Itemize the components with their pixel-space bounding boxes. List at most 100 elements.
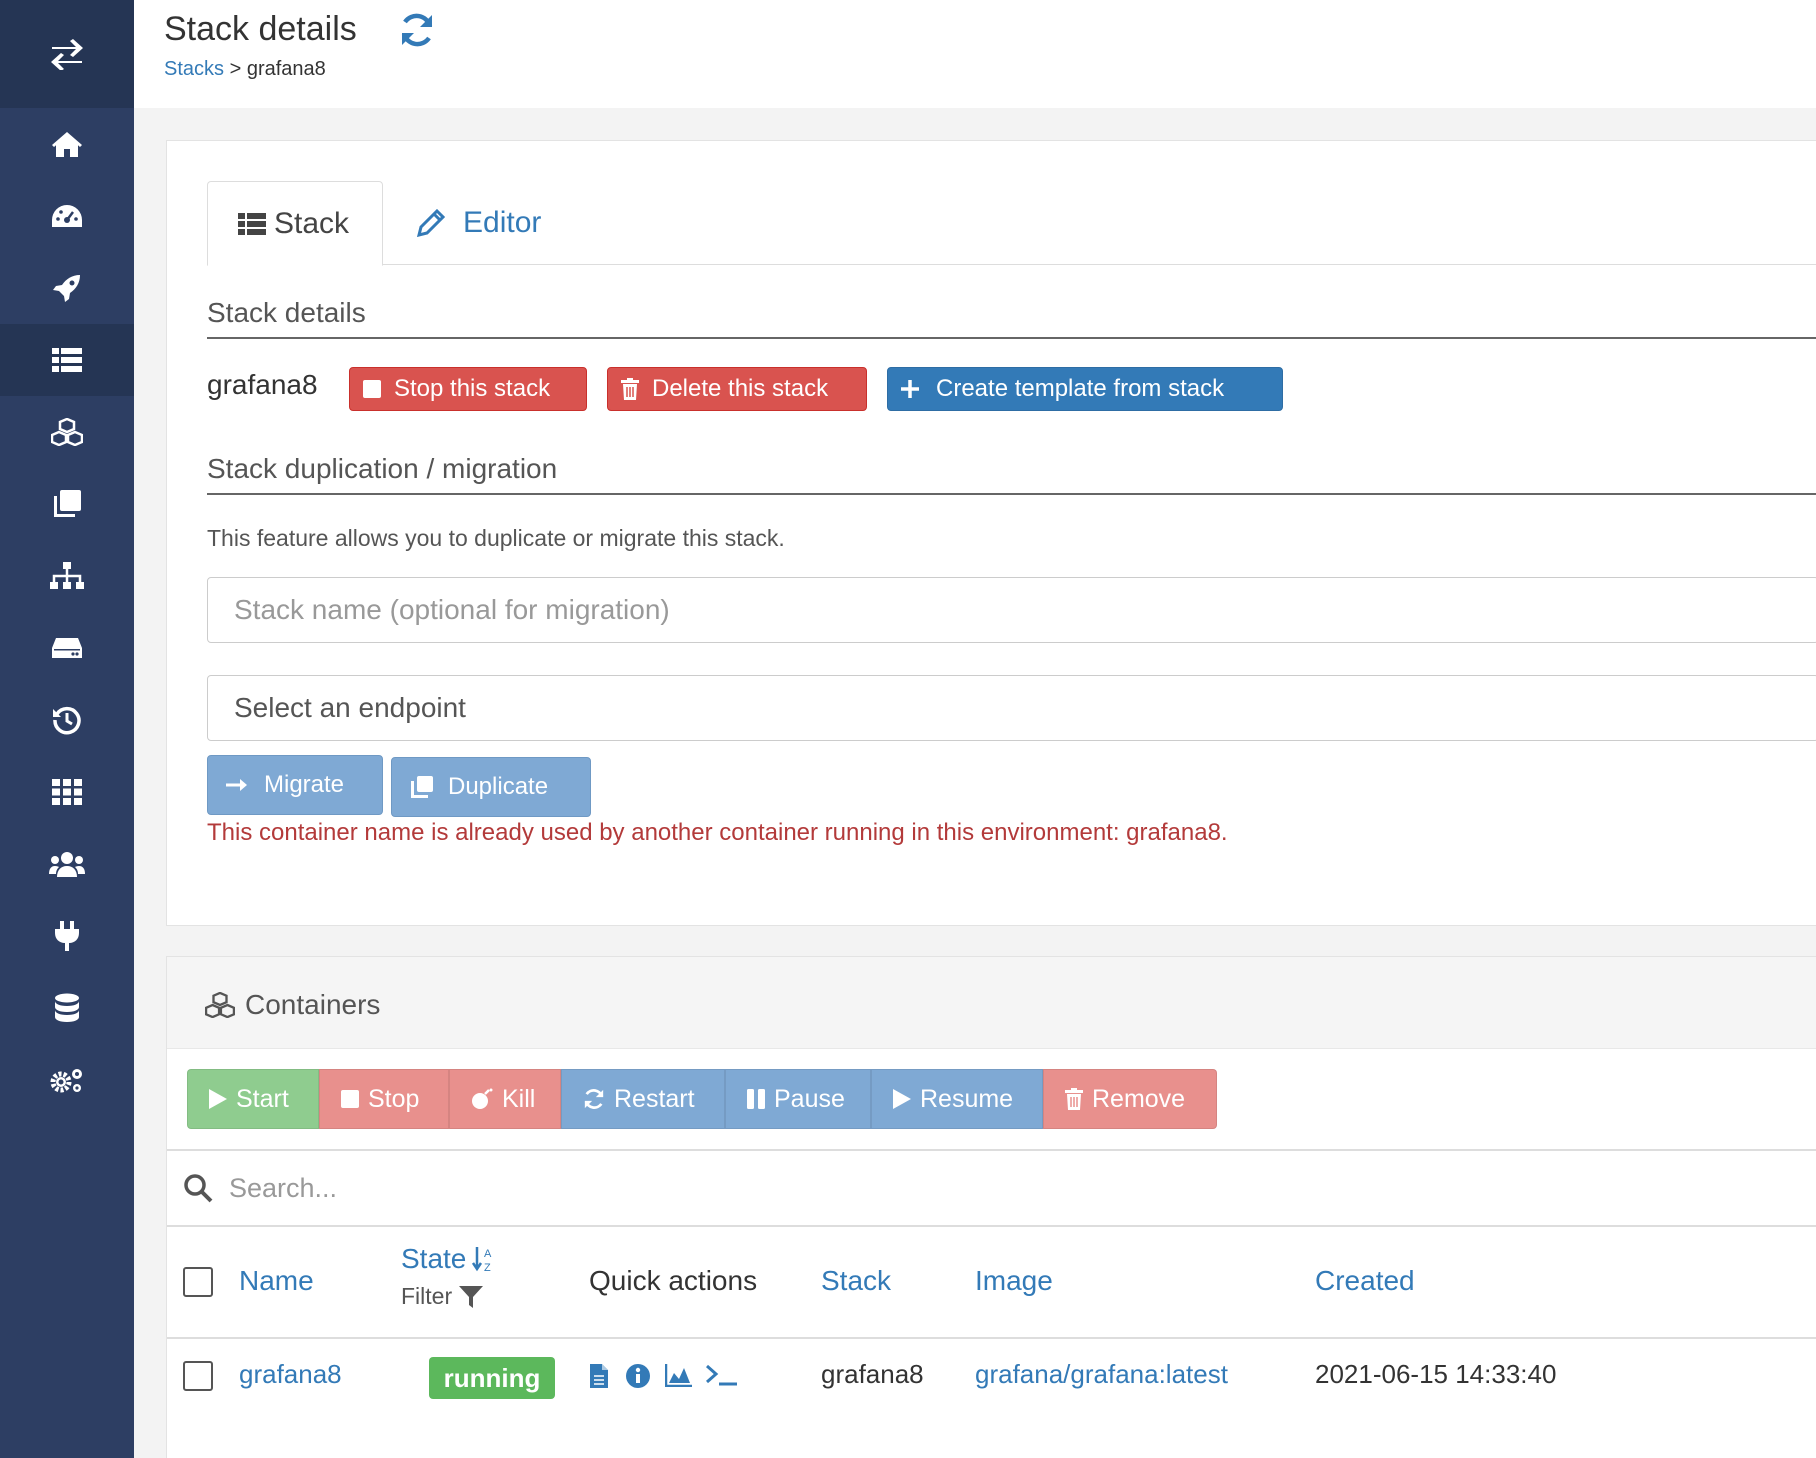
migration-help-text: This feature allows you to duplicate or … [207,525,785,551]
sidebar-item-containers[interactable] [0,396,134,468]
sidebar-item-endpoints[interactable] [0,900,134,972]
container-action-bar: Start Stop Kill Restart Pause Resume Rem… [187,1069,1217,1129]
plug-icon [55,921,79,951]
create-template-button[interactable]: Create template from stack [887,367,1283,411]
row-image-link[interactable]: grafana/grafana:latest [975,1359,1228,1390]
trash-icon [1064,1088,1084,1110]
sidebar-item-images[interactable] [0,468,134,540]
containers-header: Containers [167,957,1816,1049]
sidebar-item-home[interactable] [0,108,134,180]
filter-icon [458,1284,484,1310]
sidebar-item-users[interactable] [0,828,134,900]
tab-stack[interactable]: Stack [207,181,383,266]
sidebar-item-networks[interactable] [0,540,134,612]
quick-action-logs[interactable] [589,1363,609,1389]
sitemap-icon [50,562,84,589]
arrow-right-icon [226,778,248,792]
stop-stack-button[interactable]: Stop this stack [349,367,587,411]
table-row: grafana8 running grafana8 grafana/grafan… [167,1341,1816,1407]
duplicate-label: Duplicate [448,773,549,800]
svg-text:Z: Z [484,1262,491,1273]
cubes-icon [51,418,83,446]
stop-icon [362,379,382,399]
resume-button[interactable]: Resume [871,1069,1043,1129]
sidebar-item-volumes[interactable] [0,612,134,684]
stop-label: Stop [368,1084,420,1113]
sidebar [0,0,134,1458]
pause-button[interactable]: Pause [725,1069,871,1129]
search-input[interactable] [229,1163,1029,1213]
restart-button[interactable]: Restart [561,1069,725,1129]
breadcrumb-current: grafana8 [246,58,326,80]
dashboard-icon [52,205,82,227]
stop-button[interactable]: Stop [319,1069,449,1129]
row-checkbox[interactable] [183,1361,213,1391]
svg-text:A: A [484,1248,492,1260]
stack-details-title: Stack details [207,297,1816,339]
file-icon [590,1364,608,1388]
column-image[interactable]: Image [975,1265,1053,1297]
containers-panel: Containers Start Stop Kill Restart Pause… [166,956,1816,1458]
remove-button[interactable]: Remove [1043,1069,1217,1129]
page-header: Stack details Stacks > grafana8 [134,0,1816,108]
column-state[interactable]: State AZ [401,1243,494,1275]
kill-button[interactable]: Kill [449,1069,561,1129]
refresh-icon[interactable] [398,12,436,53]
plus-icon [900,379,920,399]
tab-editor[interactable]: Editor [417,181,541,265]
quick-action-inspect[interactable] [625,1363,651,1389]
cogs-icon [50,1069,82,1093]
create-template-label: Create template from stack [936,375,1225,402]
sidebar-item-app-templates[interactable] [0,252,134,324]
sidebar-item-registries[interactable] [0,972,134,1044]
play-icon [892,1088,912,1110]
sidebar-item-settings[interactable] [0,1044,134,1116]
row-created: 2021-06-15 14:33:40 [1315,1359,1557,1389]
breadcrumb: Stacks > grafana8 [164,58,326,81]
breadcrumb-separator: > [229,58,242,80]
start-button[interactable]: Start [187,1069,319,1129]
migrate-button[interactable]: Migrate [207,755,383,815]
area-chart-icon [665,1364,692,1387]
pause-label: Pause [774,1084,845,1113]
history-icon [53,706,81,735]
sidebar-item-stacks[interactable] [0,324,134,396]
stack-name-input[interactable]: Stack name (optional for migration) [207,577,1816,643]
play-icon [208,1088,228,1110]
exchange-icon [51,39,83,70]
column-name[interactable]: Name [239,1265,314,1297]
quick-action-stats[interactable] [665,1363,693,1387]
search-icon [183,1173,213,1208]
container-name-link[interactable]: grafana8 [239,1359,342,1390]
tab-stack-label: Stack [274,206,350,240]
state-filter-label: Filter [401,1283,453,1309]
hdd-icon [52,638,82,658]
state-filter[interactable]: Filter [401,1283,484,1310]
endpoint-select[interactable]: Select an endpoint [207,675,1816,741]
resume-label: Resume [920,1084,1014,1113]
column-created[interactable]: Created [1315,1265,1415,1297]
duplicate-button[interactable]: Duplicate [391,757,591,817]
select-all-checkbox[interactable] [183,1267,213,1297]
migration-title: Stack duplication / migration [207,453,1816,495]
table-header: Name State AZ Filter Quick actions Stack… [167,1229,1816,1339]
sidebar-item-host[interactable] [0,756,134,828]
bomb-icon [470,1088,494,1110]
column-stack[interactable]: Stack [821,1265,891,1297]
breadcrumb-stacks-link[interactable]: Stacks [164,58,224,80]
quick-action-console[interactable] [705,1363,739,1387]
containers-title-label: Containers [245,989,381,1020]
clone-icon [54,490,81,517]
kill-label: Kill [502,1084,536,1113]
containers-title: Containers [205,989,380,1021]
sidebar-item-events[interactable] [0,684,134,756]
sidebar-item-dashboard[interactable] [0,180,134,252]
delete-stack-label: Delete this stack [652,375,829,402]
migration-error-text: This container name is already used by a… [207,819,1228,846]
delete-stack-button[interactable]: Delete this stack [607,367,867,411]
column-quick-actions: Quick actions [589,1265,758,1296]
search-bar [167,1149,1816,1227]
brand-logo[interactable] [0,0,134,108]
tab-editor-label: Editor [463,206,542,239]
users-icon [49,852,85,877]
